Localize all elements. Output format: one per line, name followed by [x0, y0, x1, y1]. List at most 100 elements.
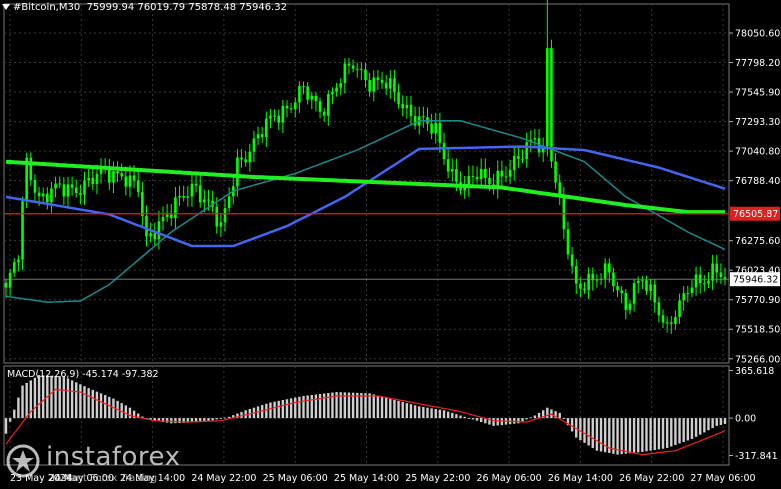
- candle-body: [314, 95, 318, 102]
- macd-histogram-bar: [95, 391, 99, 419]
- candle-body: [384, 82, 388, 89]
- candle-body: [669, 322, 673, 324]
- macd-histogram-bar: [628, 418, 632, 454]
- candle-body: [153, 233, 157, 240]
- macd-histogram-bar: [37, 375, 41, 419]
- macd-histogram-bar: [285, 399, 289, 419]
- candle-body: [310, 95, 314, 100]
- candle-body: [430, 123, 433, 134]
- candle-body: [645, 280, 648, 291]
- macd-histogram-bar: [653, 418, 656, 451]
- candle-body: [587, 273, 590, 291]
- macd-tick-label: -317.841: [735, 451, 778, 462]
- macd-histogram-bar: [384, 397, 388, 419]
- candle-body: [236, 157, 239, 187]
- candle-body: [62, 184, 66, 197]
- candle-body: [190, 183, 194, 197]
- macd-histogram-bar: [657, 418, 661, 450]
- macd-histogram-bar: [380, 396, 384, 419]
- macd-histogram-bar: [703, 418, 706, 433]
- macd-header: MACD(12,26,9) -45.174 -97.382: [7, 369, 159, 380]
- candle-body: [442, 142, 446, 160]
- macd-histogram-bar: [223, 417, 227, 419]
- macd-histogram-bar: [364, 393, 367, 419]
- macd-histogram-bar: [50, 375, 53, 419]
- macd-histogram-bar: [587, 418, 590, 446]
- macd-histogram-bar: [426, 407, 429, 419]
- candle-body: [455, 169, 458, 182]
- candle-body: [17, 259, 20, 263]
- candle-body: [8, 272, 12, 288]
- candle-body: [256, 134, 260, 139]
- macd-histogram-bar: [422, 407, 425, 419]
- macd-histogram-bar: [389, 398, 392, 419]
- macd-histogram-bar: [665, 418, 669, 449]
- macd-histogram-bar: [397, 400, 400, 419]
- macd-histogram-bar: [475, 418, 479, 421]
- candle-body: [207, 199, 210, 201]
- candle-body: [186, 196, 190, 198]
- candle-body: [607, 263, 611, 273]
- candle-body: [269, 115, 272, 119]
- candle-body: [66, 184, 70, 197]
- macd-histogram-bar: [715, 418, 718, 426]
- candle-body: [157, 221, 161, 240]
- macd-histogram-bar: [314, 394, 318, 419]
- candle-body: [450, 169, 454, 172]
- candle-body: [128, 175, 132, 187]
- watermark-tagline: Instant Forex Trading: [52, 473, 158, 484]
- candle-body: [240, 157, 243, 160]
- candle-body: [686, 293, 690, 295]
- candle-body: [331, 91, 334, 95]
- candle-body: [182, 196, 185, 198]
- candle-body: [318, 101, 322, 112]
- candle-body: [339, 83, 343, 88]
- macd-histogram-bar: [372, 394, 375, 419]
- candle-body: [690, 287, 694, 294]
- macd-histogram-bar: [318, 394, 322, 419]
- candle-body: [29, 157, 33, 181]
- candle-body: [558, 182, 562, 195]
- y-tick-label: 77545.90: [735, 88, 780, 99]
- macd-histogram-bar: [525, 418, 528, 420]
- macd-histogram-bar: [467, 418, 471, 419]
- macd-histogram-bar: [405, 403, 409, 419]
- macd-histogram-bar: [442, 410, 446, 419]
- candle-body: [298, 86, 301, 103]
- macd-histogram-bar: [306, 395, 309, 419]
- candle-body: [335, 87, 338, 92]
- candle-body: [87, 177, 90, 181]
- candle-body: [360, 68, 363, 70]
- candle-body: [215, 206, 219, 227]
- macd-histogram-bar: [393, 399, 396, 419]
- macd-histogram-bar: [294, 397, 297, 419]
- candle-body: [248, 151, 252, 163]
- macd-histogram-bar: [33, 377, 37, 419]
- candle-body: [343, 63, 347, 84]
- candle-body: [413, 115, 417, 126]
- candle-body: [409, 104, 413, 116]
- macd-histogram-bar: [649, 418, 652, 451]
- candle-body: [74, 187, 78, 193]
- candle-body: [550, 48, 553, 162]
- macd-histogram-bar: [678, 418, 681, 444]
- candle-body: [37, 192, 41, 197]
- macd-histogram-bar: [562, 418, 566, 420]
- macd-histogram-bar: [310, 394, 313, 419]
- macd-histogram-bar: [579, 418, 582, 441]
- candle-body: [665, 322, 669, 324]
- candle-body: [165, 214, 169, 218]
- macd-histogram-bar: [401, 402, 404, 419]
- y-tick-label: 77040.80: [735, 147, 780, 158]
- candle-body: [116, 171, 119, 174]
- y-tick-label: 75266.00: [735, 354, 780, 365]
- candle-body: [194, 183, 198, 186]
- menu-triangle-icon[interactable]: [2, 4, 10, 10]
- candle-body: [546, 48, 549, 147]
- macd-histogram-bar: [430, 408, 433, 419]
- candle-body: [616, 286, 619, 291]
- macd-histogram-bar: [418, 406, 421, 419]
- candle-body: [306, 86, 309, 100]
- candle-body: [46, 193, 49, 203]
- y-tick-label: 76275.60: [735, 236, 780, 247]
